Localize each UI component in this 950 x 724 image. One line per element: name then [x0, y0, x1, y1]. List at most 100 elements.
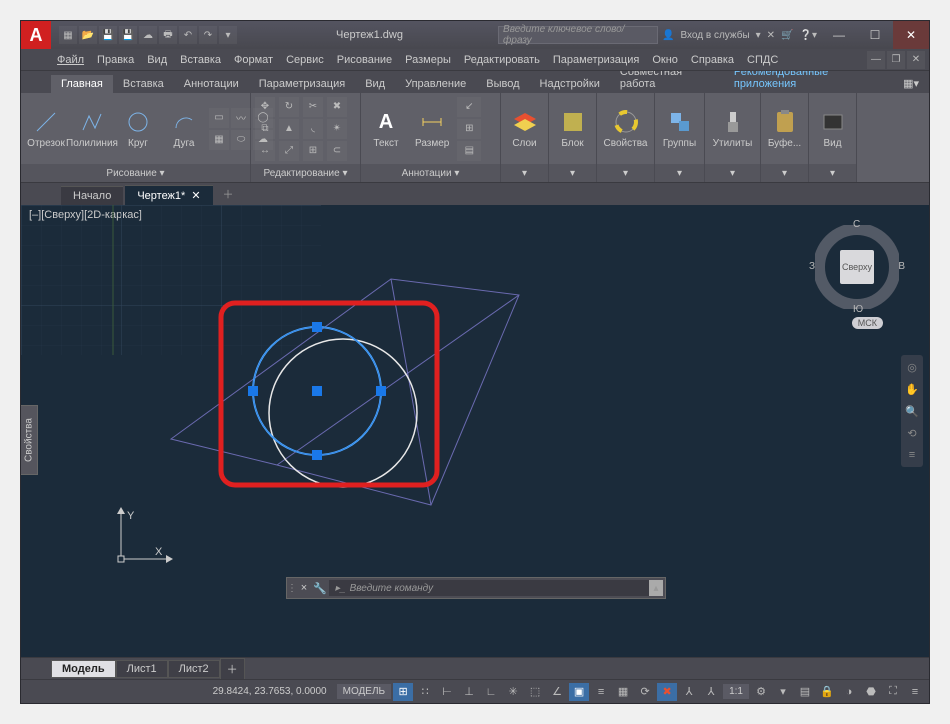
ribbon-tab-manage[interactable]: Управление	[395, 75, 476, 93]
ribbon-options-icon[interactable]: ▦▾	[893, 74, 929, 93]
cmd-history-icon[interactable]: ▴	[649, 580, 663, 596]
wcs-badge[interactable]: МСК	[852, 317, 883, 329]
doc-minimize-icon[interactable]: —	[867, 51, 885, 69]
menu-format[interactable]: Формат	[228, 52, 279, 68]
viewcube-north[interactable]: С	[853, 219, 860, 230]
copy-icon[interactable]: ⧉	[255, 119, 275, 139]
signin-icon[interactable]: 👤	[662, 30, 674, 41]
app-logo[interactable]: A	[21, 21, 51, 49]
annomonitor-icon[interactable]: ✖	[657, 683, 677, 701]
redo-icon[interactable]: ↷	[199, 26, 217, 44]
block-button[interactable]: Блок	[552, 106, 594, 151]
menu-edit[interactable]: Правка	[91, 52, 140, 68]
quickprops-icon[interactable]: ▤	[795, 683, 815, 701]
dimension-button[interactable]: Размер	[411, 106, 453, 151]
saveas-icon[interactable]: 💾	[119, 26, 137, 44]
workspace-icon[interactable]: ⚙	[751, 683, 771, 701]
layout-tab-sheet2[interactable]: Лист2	[168, 660, 220, 678]
ortho-toggle-icon[interactable]: ∟	[481, 683, 501, 701]
polyline-button[interactable]: Полилиния	[71, 106, 113, 151]
signin-label[interactable]: Вход в службы	[680, 30, 749, 41]
hatch-icon[interactable]: ▦	[209, 130, 229, 150]
grid-toggle-icon[interactable]: ⊞	[393, 683, 413, 701]
panel-properties-title[interactable]: ▾	[597, 164, 654, 182]
panel-draw-title[interactable]: Рисование ▾	[21, 164, 250, 182]
cmd-drag-handle[interactable]: ⋮	[287, 583, 297, 594]
exchange-icon[interactable]: ✕	[767, 30, 775, 41]
mtext-icon[interactable]: ▤	[457, 141, 481, 161]
clipboard-button[interactable]: Буфе...	[764, 106, 806, 151]
scale-icon[interactable]: ⤢	[279, 141, 299, 161]
region-icon[interactable]: ⬭	[231, 130, 251, 150]
line-button[interactable]: Отрезок	[25, 106, 67, 151]
ribbon-tab-parametric[interactable]: Параметризация	[249, 75, 355, 93]
save-icon[interactable]: 💾	[99, 26, 117, 44]
ribbon-tab-output[interactable]: Вывод	[476, 75, 529, 93]
menu-view[interactable]: Вид	[141, 52, 173, 68]
erase-icon[interactable]: ✖	[327, 97, 347, 117]
drawing-canvas[interactable]: [–][Сверху][2D-каркас] Свойства	[21, 205, 929, 657]
search-input[interactable]: Введите ключевое слово/фразу	[498, 26, 658, 44]
annovisibility-icon[interactable]: ⅄	[701, 683, 721, 701]
viewcube-south[interactable]: Ю	[853, 304, 863, 315]
menu-parametric[interactable]: Параметризация	[547, 52, 645, 68]
panel-annotation-title[interactable]: Аннотации ▾	[361, 164, 500, 182]
menu-help[interactable]: Справка	[685, 52, 740, 68]
menu-window[interactable]: Окно	[646, 52, 684, 68]
otrack-toggle-icon[interactable]: ∠	[547, 683, 567, 701]
mirror-icon[interactable]: ▲	[279, 119, 299, 139]
layout-tab-model[interactable]: Модель	[51, 660, 116, 678]
lockui-icon[interactable]: 🔒	[817, 683, 837, 701]
web-save-icon[interactable]: ☁	[139, 26, 157, 44]
panel-block-title[interactable]: ▾	[549, 164, 596, 182]
help-icon[interactable]: ❔▾	[800, 30, 817, 41]
panel-groups-title[interactable]: ▾	[655, 164, 704, 182]
isolate-icon[interactable]: ◑	[839, 683, 859, 701]
ribbon-tab-annotate[interactable]: Аннотации	[174, 75, 249, 93]
stretch-icon[interactable]: ↔	[255, 141, 275, 161]
cart-icon[interactable]: 🛒	[781, 30, 793, 41]
cycling-toggle-icon[interactable]: ⟳	[635, 683, 655, 701]
ribbon-tab-view[interactable]: Вид	[355, 75, 395, 93]
menu-modify[interactable]: Редактировать	[458, 52, 546, 68]
menu-draw[interactable]: Рисование	[331, 52, 398, 68]
ribbon-tab-home[interactable]: Главная	[51, 75, 113, 93]
hardwareaccel-icon[interactable]: ⬣	[861, 683, 881, 701]
text-button[interactable]: A Текст	[365, 106, 407, 151]
close-button[interactable]: ✕	[893, 21, 929, 49]
undo-icon[interactable]: ↶	[179, 26, 197, 44]
customize-status-icon[interactable]: ≡	[905, 683, 925, 701]
lineweight-toggle-icon[interactable]: ≡	[591, 683, 611, 701]
menu-file[interactable]: Файл	[51, 52, 90, 68]
menu-insert[interactable]: Вставка	[174, 52, 227, 68]
viewcube[interactable]: Сверху С Ю В З	[815, 225, 899, 309]
coordinates-readout[interactable]: 29.8424, 23.7653, 0.0000	[205, 686, 335, 697]
cmd-close-icon[interactable]: ×	[297, 582, 311, 594]
array-icon[interactable]: ⊞	[303, 141, 323, 161]
dyninput-toggle-icon[interactable]: ⊥	[459, 683, 479, 701]
panel-view-title[interactable]: ▾	[809, 164, 856, 182]
rect-icon[interactable]: ▭	[209, 108, 229, 128]
ribbon-tab-addins[interactable]: Надстройки	[530, 75, 610, 93]
panel-clipboard-title[interactable]: ▾	[761, 164, 808, 182]
offset-icon[interactable]: ⊂	[327, 141, 347, 161]
layout-tab-add[interactable]: ＋	[220, 658, 245, 680]
qat-drop-icon[interactable]: ▾	[219, 26, 237, 44]
arc-button[interactable]: Дуга	[163, 106, 205, 151]
cleanscreen-icon[interactable]: ⛶	[883, 683, 903, 701]
showmotion-icon[interactable]: ≡	[904, 447, 920, 463]
transparency-toggle-icon[interactable]: ▦	[613, 683, 633, 701]
doc-restore-icon[interactable]: ❐	[887, 51, 905, 69]
tab-close-icon[interactable]: ✕	[191, 189, 200, 202]
osnap-toggle-icon[interactable]: ▣	[569, 683, 589, 701]
command-input[interactable]: ▸_ Введите команду	[329, 580, 649, 596]
rotate-icon[interactable]: ↻	[279, 97, 299, 117]
ribbon-tab-insert[interactable]: Вставка	[113, 75, 174, 93]
modelspace-toggle[interactable]: МОДЕЛЬ	[337, 684, 391, 699]
orbit-icon[interactable]: ⟲	[904, 425, 920, 441]
menu-dimension[interactable]: Размеры	[399, 52, 457, 68]
leader-icon[interactable]: ↙	[457, 97, 481, 117]
spline-icon[interactable]: 〰	[231, 108, 251, 128]
file-tab-start[interactable]: Начало	[61, 186, 123, 205]
table-icon[interactable]: ⊞	[457, 119, 481, 139]
